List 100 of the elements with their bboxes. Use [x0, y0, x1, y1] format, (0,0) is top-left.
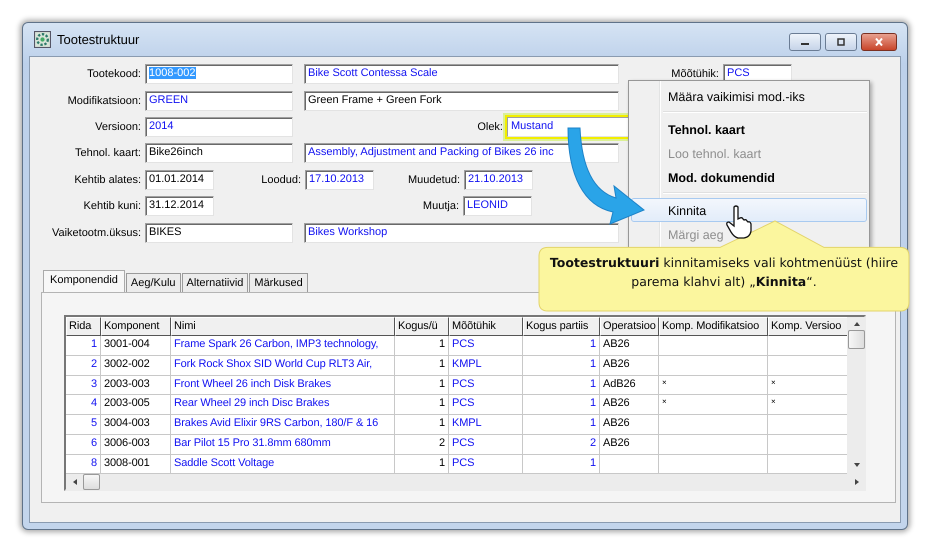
vertical-scrollbar[interactable]: [847, 316, 866, 474]
input-field[interactable]: Assembly, Adjustment and Packing of Bikes 26 inc: [304, 143, 619, 164]
table-cell: 1: [523, 415, 600, 435]
table-cell: 1: [395, 415, 449, 435]
gear-icon: [34, 31, 51, 48]
menu-item[interactable]: Mod. dokumendid: [631, 165, 867, 189]
scroll-down-icon: [852, 462, 860, 468]
table-cell: 3004-003: [101, 415, 171, 435]
table-cell: AB26: [600, 434, 659, 455]
field-label: Muutja:: [422, 200, 460, 212]
table-cell: 1: [523, 356, 600, 376]
table-cell: 4: [66, 395, 101, 416]
tab[interactable]: Aeg/Kulu: [126, 272, 181, 292]
field-label: Olek:: [476, 120, 504, 133]
table-cell: AB26: [600, 336, 659, 356]
column-header[interactable]: Kogus/ü: [395, 316, 449, 336]
field-label: Vaiketootm.üksus:: [50, 226, 142, 239]
table-cell: AB26: [600, 415, 659, 435]
table-cell: Brakes Avid Elixir 9RS Carbon, 180/F & 16: [171, 415, 395, 435]
table-cell: ×: [659, 395, 768, 416]
input-field[interactable]: BIKES: [145, 222, 293, 243]
window-title: Tootestruktuur: [57, 32, 140, 47]
input-field[interactable]: Green Frame + Green Fork: [304, 90, 619, 111]
table-cell: 2: [395, 434, 449, 455]
table-cell: ×: [659, 376, 768, 396]
field-label: Loodud:: [260, 174, 302, 186]
field-label: Versioon:: [94, 120, 142, 133]
table-cell: KMPL: [449, 415, 523, 435]
table-cell: 1: [66, 336, 101, 356]
table-cell: 3002-002: [101, 356, 171, 376]
column-header[interactable]: Nimi: [171, 316, 395, 336]
tab[interactable]: Märkused: [249, 272, 308, 292]
maximize-button[interactable]: [825, 33, 857, 51]
field-label: Tehnol. kaart:: [74, 147, 142, 160]
table-cell: 3001-004: [101, 336, 171, 356]
table-cell: PCS: [449, 395, 523, 416]
table-cell: 2: [66, 356, 101, 376]
callout-text: Tootestruktuuri kinnitamiseks vali kohtmenüüst (hiire parema klahvi alt) „Kinnita“.: [548, 254, 900, 291]
input-field[interactable]: Bikes Workshop: [304, 222, 619, 243]
table-cell: 1: [523, 336, 600, 356]
table-cell: PCS: [449, 336, 523, 356]
table-cell: 1: [395, 395, 449, 416]
scroll-thumb[interactable]: [83, 474, 100, 490]
input-field[interactable]: 31.12.2014: [145, 196, 214, 216]
field-label: Mõõtühik:: [670, 68, 720, 80]
column-header[interactable]: Komp. Versioo: [768, 316, 847, 336]
menu-item[interactable]: Tehnol. kaart: [631, 117, 867, 141]
field-label: Modifikatsioon:: [66, 94, 142, 107]
table-cell: 2003-005: [101, 395, 171, 416]
column-header[interactable]: Mõõtühik: [449, 316, 523, 336]
table-cell: 1: [395, 356, 449, 376]
menu-item[interactable]: Kinnita: [631, 198, 867, 222]
table-cell: 1: [395, 376, 449, 396]
table-cell: 3006-003: [101, 434, 171, 455]
table-cell: 2: [523, 434, 600, 455]
table-cell: AdB26: [600, 376, 659, 396]
input-field[interactable]: 21.10.2013: [464, 170, 533, 190]
table-cell: AB26: [600, 356, 659, 376]
input-field[interactable]: Bike Scott Contessa Scale: [304, 64, 619, 84]
scroll-left-icon: [72, 478, 78, 486]
close-icon: [873, 38, 885, 46]
table-cell: 1: [523, 376, 600, 396]
input-field[interactable]: Bike26inch: [145, 143, 293, 164]
input-field[interactable]: LEONID: [463, 196, 532, 216]
input-field[interactable]: 17.10.2013: [305, 170, 374, 190]
tab[interactable]: Komponendid: [43, 270, 125, 292]
scroll-thumb[interactable]: [848, 330, 865, 349]
table-cell: Fork Rock Shox SID World Cup RLT3 Air,: [171, 356, 395, 376]
table-cell: 1: [523, 395, 600, 416]
hand-pointer-icon: [726, 205, 752, 239]
table-cell: PCS: [449, 376, 523, 396]
column-header[interactable]: Komponent: [101, 316, 171, 336]
table-cell: Front Wheel 26 inch Disk Brakes: [171, 376, 395, 396]
menu-item[interactable]: Määra vaikimisi mod.-iks: [631, 84, 867, 108]
table-cell: AB26: [600, 395, 659, 416]
column-header[interactable]: Kogus partiis: [523, 316, 600, 336]
horizontal-scrollbar[interactable]: [66, 474, 866, 491]
table-cell: KMPL: [449, 356, 523, 376]
minimize-button[interactable]: [789, 33, 821, 51]
table-cell: Rear Wheel 29 inch Disc Brakes: [171, 395, 395, 416]
table-cell: 6: [66, 434, 101, 455]
column-header[interactable]: Operatsioo: [600, 316, 659, 336]
input-field[interactable]: 2014: [145, 116, 293, 137]
column-header[interactable]: Komp. Modifikatsioo: [659, 316, 768, 336]
table-cell: 1: [395, 336, 449, 356]
field-label: Kehtib kuni:: [82, 200, 142, 212]
table-cell: Bar Pilot 15 Pro 31.8mm 680mm: [171, 434, 395, 455]
maximize-icon: [835, 38, 847, 46]
field-label: Tootekood:: [86, 68, 142, 80]
close-button[interactable]: [861, 33, 897, 51]
input-field[interactable]: 01.01.2014: [145, 170, 214, 190]
column-header[interactable]: Rida: [66, 316, 101, 336]
table-cell: PCS: [449, 434, 523, 455]
input-field[interactable]: GREEN: [145, 90, 293, 111]
field-label: Kehtib alates:: [73, 174, 142, 186]
table-cell: 5: [66, 415, 101, 435]
table-cell: 3: [66, 376, 101, 396]
field-label: Muudetud:: [407, 174, 461, 186]
table-cell: Frame Spark 26 Carbon, IMP3 technology,: [171, 336, 395, 356]
tab[interactable]: Alternatiivid: [182, 272, 248, 292]
